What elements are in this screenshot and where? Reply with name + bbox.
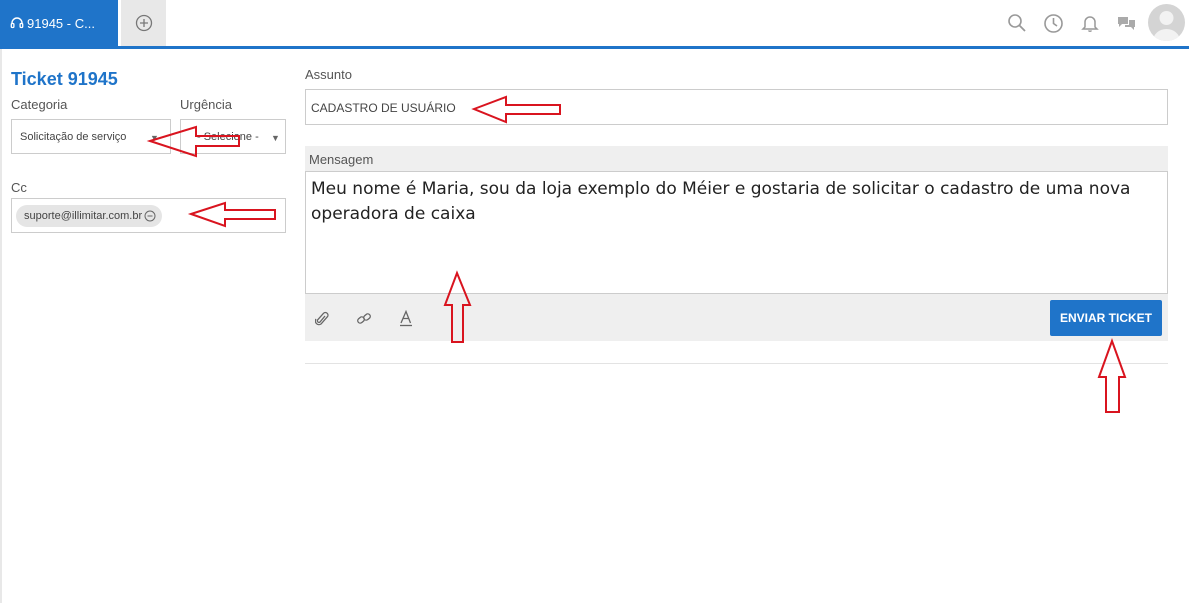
- header-accent-line: [0, 46, 1189, 49]
- annotation-arrow-left-icon: [187, 201, 276, 228]
- mensagem-toolbar: [305, 294, 1168, 341]
- tab-ticket[interactable]: 91945 - C...: [0, 0, 118, 46]
- user-avatar[interactable]: [1148, 4, 1185, 41]
- urgencia-label: Urgência: [180, 97, 233, 112]
- mensagem-label: Mensagem: [309, 152, 374, 167]
- remove-circle-icon[interactable]: [144, 210, 156, 222]
- categoria-label: Categoria: [11, 97, 68, 112]
- assunto-label: Assunto: [305, 67, 352, 82]
- assunto-value: CADASTRO DE USUÁRIO: [311, 101, 456, 115]
- search-icon[interactable]: [1006, 12, 1028, 34]
- send-ticket-button[interactable]: ENVIAR TICKET: [1050, 300, 1162, 336]
- annotation-arrow-left-icon: [471, 95, 561, 124]
- add-tab-button[interactable]: [121, 0, 166, 46]
- categoria-select[interactable]: Solicitação de serviço ▼: [11, 119, 171, 154]
- categoria-value: Solicitação de serviço: [20, 131, 127, 143]
- chevron-down-icon: ▼: [271, 133, 280, 143]
- cc-label: Cc: [11, 180, 27, 195]
- mensagem-text: Meu nome é Maria, sou da loja exemplo do…: [311, 179, 1131, 224]
- link-icon[interactable]: [356, 311, 372, 327]
- assunto-input[interactable]: CADASTRO DE USUÁRIO: [305, 89, 1168, 125]
- plus-circle-icon: [135, 14, 152, 32]
- ticket-title: Ticket 91945: [11, 69, 118, 89]
- annotation-arrow-up-icon: [443, 270, 472, 343]
- mensagem-header: Mensagem: [305, 146, 1168, 172]
- paperclip-icon[interactable]: [315, 311, 329, 327]
- mensagem-textarea[interactable]: Meu nome é Maria, sou da loja exemplo do…: [305, 171, 1168, 294]
- cc-email: suporte@illimitar.com.br: [24, 210, 143, 222]
- tab-label: 91945 - C...: [27, 15, 95, 31]
- annotation-arrow-up-icon: [1097, 338, 1127, 413]
- section-divider: [305, 363, 1168, 364]
- cc-email-chip: suporte@illimitar.com.br: [16, 205, 163, 227]
- chat-icon[interactable]: [1115, 12, 1137, 34]
- headset-icon: [10, 17, 24, 29]
- top-bar: 91945 - C...: [0, 0, 1189, 46]
- history-icon[interactable]: [1042, 12, 1064, 34]
- annotation-arrow-left-icon: [146, 125, 240, 158]
- left-border: [0, 49, 2, 603]
- bell-icon[interactable]: [1079, 12, 1101, 34]
- text-format-icon[interactable]: [399, 310, 413, 327]
